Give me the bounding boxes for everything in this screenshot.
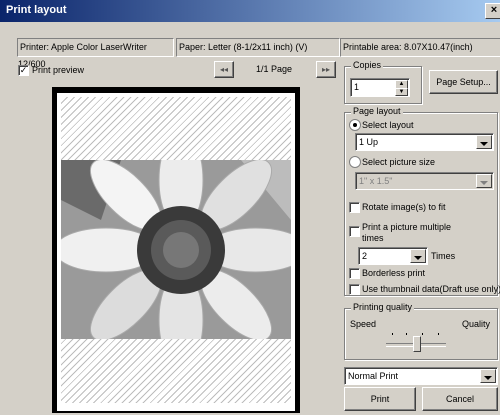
print-mode-dropdown-icon[interactable] [480, 369, 496, 383]
select-picture-size-label: Select picture size [362, 157, 436, 167]
print-multiple-label-1: Print a picture multiple [362, 222, 452, 232]
window-title: Print layout [6, 4, 67, 16]
layout-dropdown-icon[interactable] [476, 135, 492, 149]
layout-select-value: 1 Up [359, 137, 379, 147]
print-button[interactable]: Print [344, 387, 416, 411]
print-multiple-label-2: times [362, 233, 384, 243]
rotate-checkbox[interactable] [349, 202, 360, 213]
print-mode-select[interactable]: Normal Print [344, 367, 498, 385]
slider-thumb[interactable] [413, 336, 421, 352]
select-picture-size-radio[interactable] [349, 156, 361, 168]
picture-size-select[interactable]: 1" x 1.5" [355, 172, 494, 190]
paper-info-text: Paper: Letter (8-1/2x11 inch) (V) [179, 42, 308, 52]
slider-tick [392, 333, 393, 335]
times-label: Times [431, 251, 456, 261]
slider-tick [438, 333, 439, 335]
times-select-value: 2 [362, 251, 368, 261]
printable-area-info: Printable area: 8.07X10.47(inch) [340, 38, 500, 57]
rotate-label: Rotate image(s) to fit [362, 202, 446, 212]
layout-select[interactable]: 1 Up [355, 133, 494, 151]
copies-input[interactable]: 1 ▲ ▼ [350, 78, 410, 97]
speed-label: Speed [350, 319, 377, 329]
picture-size-value: 1" x 1.5" [359, 176, 393, 186]
title-bar[interactable]: Print layout × [0, 0, 500, 22]
slider-tick [406, 333, 407, 335]
page-setup-button[interactable]: Page Setup... [429, 70, 498, 94]
copies-down-icon[interactable]: ▼ [395, 88, 408, 96]
prev-page-button[interactable]: ◂◂ [214, 61, 234, 78]
cancel-button[interactable]: Cancel [422, 387, 498, 411]
print-multiple-checkbox[interactable] [349, 226, 360, 237]
select-layout-radio[interactable] [349, 119, 361, 131]
printer-info: Printer: Apple Color LaserWriter 12/600 [17, 38, 174, 69]
printable-area-text: Printable area: 8.07X10.47(inch) [343, 42, 473, 52]
slider-tick [422, 333, 423, 335]
quality-slider[interactable] [386, 330, 446, 352]
thumbnail-label: Use thumbnail data(Draft use only) [362, 284, 500, 294]
picture-size-dropdown-icon[interactable] [476, 174, 492, 188]
page-layout-legend: Page layout [351, 106, 403, 116]
print-layout-dialog: Print layout × Printer: Apple Color Lase… [0, 0, 500, 415]
select-layout-label: Select layout [362, 120, 414, 130]
times-select[interactable]: 2 [358, 247, 428, 265]
print-preview-checkbox[interactable]: ✓ [18, 65, 29, 76]
borderless-checkbox[interactable] [349, 268, 360, 279]
copies-value: 1 [354, 82, 360, 92]
copies-legend: Copies [351, 60, 384, 70]
print-preview-label: Print preview [32, 65, 85, 75]
times-dropdown-icon[interactable] [410, 249, 426, 263]
sunflower-image [61, 160, 291, 339]
paper-info: Paper: Letter (8-1/2x11 inch) (V) [176, 38, 340, 57]
next-page-button[interactable]: ▸▸ [316, 61, 336, 78]
preview-paper [57, 93, 295, 411]
thumbnail-checkbox[interactable] [349, 284, 360, 295]
print-mode-value: Normal Print [348, 371, 399, 381]
borderless-label: Borderless print [362, 268, 426, 278]
page-indicator: 1/1 Page [256, 64, 293, 74]
printing-quality-legend: Printing quality [351, 302, 415, 312]
quality-label: Quality [462, 319, 491, 329]
close-icon[interactable]: × [485, 3, 500, 19]
